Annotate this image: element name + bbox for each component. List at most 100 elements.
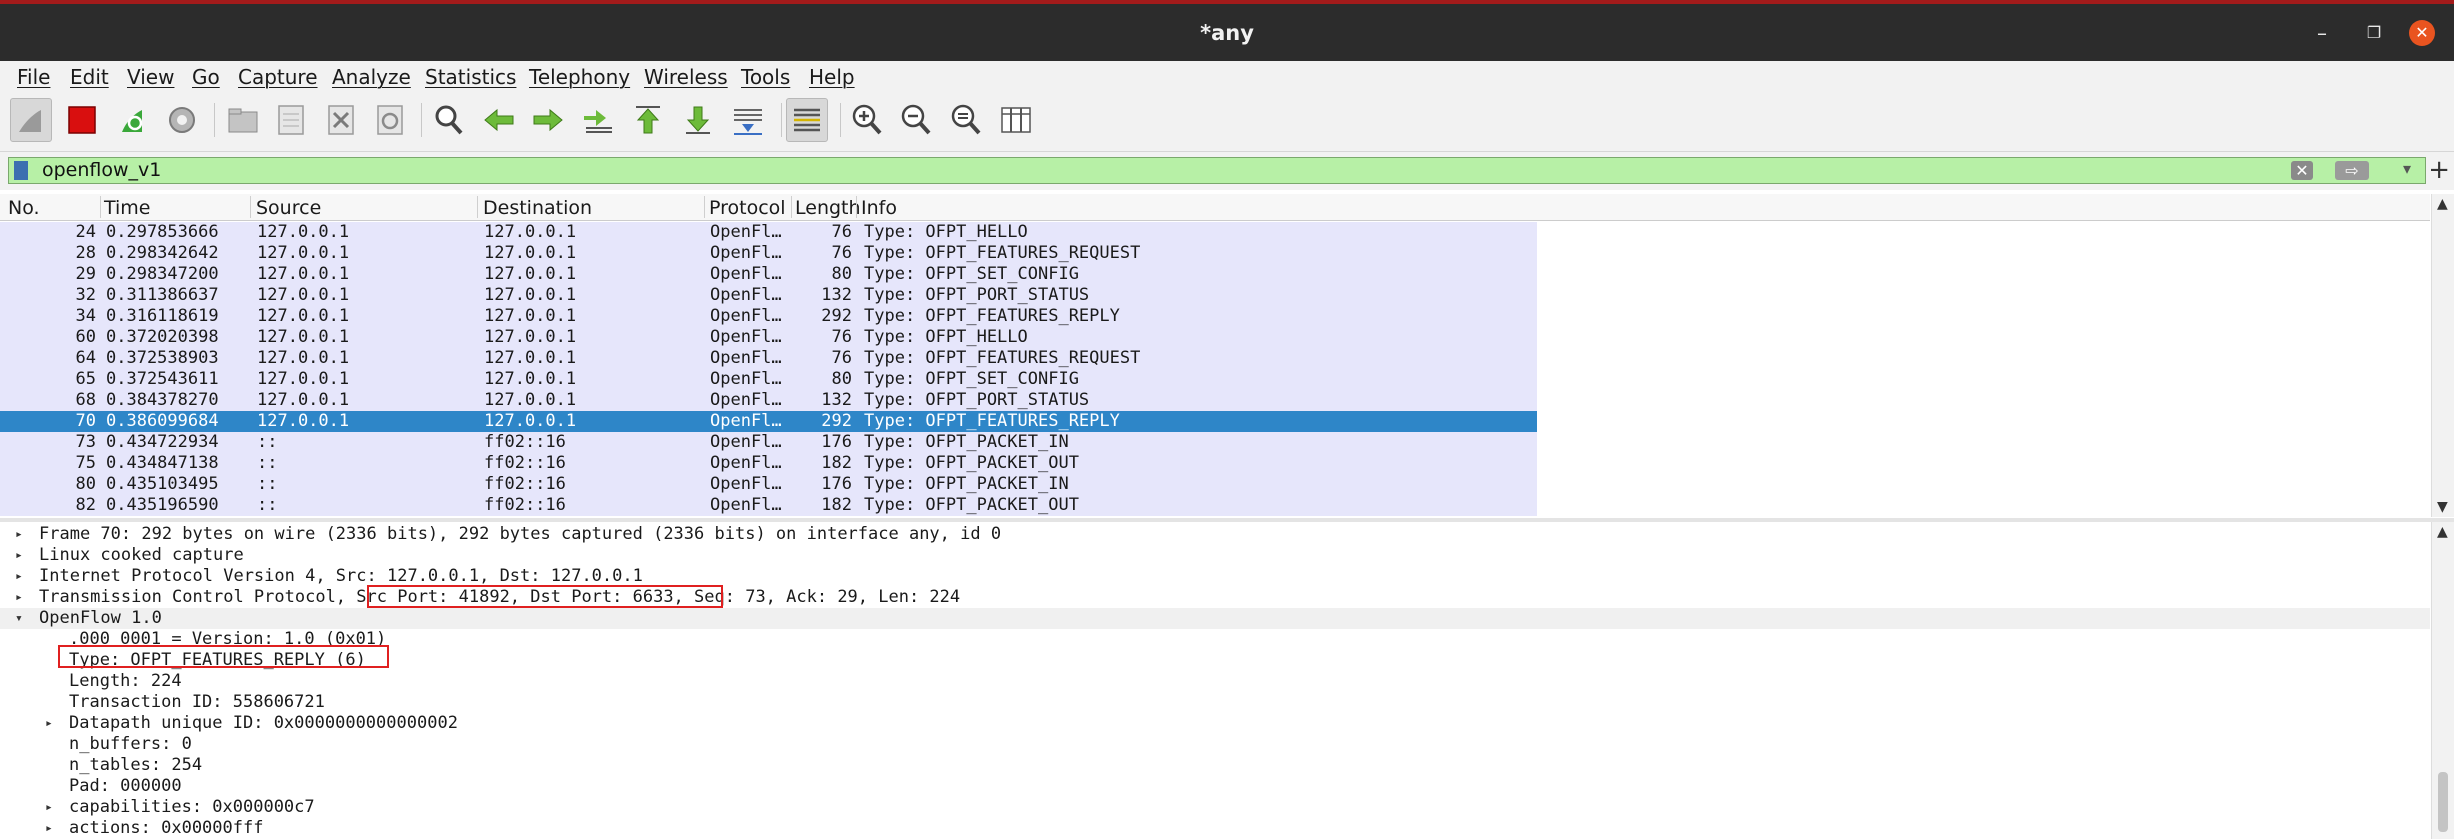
menu-tools[interactable]: Tools xyxy=(741,65,790,89)
tree-item[interactable]: ▸ Internet Protocol Version 4, Src: 127.0… xyxy=(0,566,2430,587)
tree-item[interactable]: ▾ OpenFlow 1.0 xyxy=(0,608,2430,629)
apply-filter-icon[interactable]: ⇨ xyxy=(2335,161,2369,180)
tree-item[interactable]: Length: 224 xyxy=(0,671,2430,692)
reload-file-icon[interactable] xyxy=(369,98,411,142)
expand-arrow-icon[interactable]: ▸ xyxy=(45,713,53,734)
table-row[interactable]: 29 0.298347200 127.0.0.1 127.0.0.1 OpenFl… 80… xyxy=(0,264,1537,285)
column-separator[interactable] xyxy=(100,196,101,218)
column-separator[interactable] xyxy=(856,196,857,218)
tree-item[interactable]: ▸ capabilities: 0x000000c7 xyxy=(0,797,2430,818)
table-row[interactable]: 60 0.372020398 127.0.0.1 127.0.0.1 OpenFl… 76… xyxy=(0,327,1537,348)
menu-edit[interactable]: Edit xyxy=(70,65,109,89)
tree-item[interactable]: ▸ Linux cooked capture xyxy=(0,545,2430,566)
first-packet-icon[interactable] xyxy=(627,98,669,142)
menu-view[interactable]: View xyxy=(127,65,174,89)
column-header-info[interactable]: Info xyxy=(861,197,897,219)
clear-filter-icon[interactable]: ✕ xyxy=(2291,161,2313,180)
expand-arrow-icon[interactable]: ▸ xyxy=(45,797,53,818)
table-row[interactable]: 65 0.372543611 127.0.0.1 127.0.0.1 OpenFl… 80… xyxy=(0,369,1537,390)
save-file-icon[interactable] xyxy=(270,98,312,142)
expand-arrow-icon[interactable]: ▸ xyxy=(15,524,23,545)
display-filter-input[interactable]: openflow_v1 ✕ ⇨ ▾ xyxy=(8,157,2426,184)
expand-arrow-icon[interactable]: ▸ xyxy=(45,818,53,839)
packet-list-scrollbar[interactable]: ▲ ▼ xyxy=(2431,194,2454,517)
expand-arrow-icon[interactable]: ▸ xyxy=(15,545,23,566)
column-separator[interactable] xyxy=(704,196,705,218)
scroll-down-icon[interactable]: ▼ xyxy=(2437,499,2448,515)
close-file-icon[interactable] xyxy=(320,98,362,142)
annotation-box-openflow-type xyxy=(58,645,389,668)
shark-fin-icon[interactable] xyxy=(10,98,52,142)
tree-item[interactable]: ▸ actions: 0x00000fff xyxy=(0,818,2430,839)
scrollbar-thumb[interactable] xyxy=(2438,772,2448,832)
go-forward-icon[interactable] xyxy=(527,98,569,142)
scroll-up-icon[interactable]: ▲ xyxy=(2437,524,2448,540)
cell-no: 75 xyxy=(75,453,96,473)
column-header-source[interactable]: Source xyxy=(256,197,321,219)
menu-go[interactable]: Go xyxy=(192,65,220,89)
table-row[interactable]: 73 0.434722934:: ff02::16 OpenFl… 176 Type: O… xyxy=(0,432,1537,453)
menu-wireless[interactable]: Wireless xyxy=(644,65,728,89)
table-row[interactable]: 24 0.297853666 127.0.0.1 127.0.0.1 OpenFl… 76… xyxy=(0,222,1537,243)
auto-scroll-icon[interactable] xyxy=(727,98,769,142)
column-header-time[interactable]: Time xyxy=(104,197,151,219)
normal-size-icon[interactable] xyxy=(945,98,987,142)
maximize-button[interactable]: ❐ xyxy=(2359,18,2389,48)
restart-capture-icon[interactable] xyxy=(111,98,153,142)
last-packet-icon[interactable] xyxy=(677,98,719,142)
table-row[interactable]: 34 0.316118619 127.0.0.1 127.0.0.1 OpenFl… 29… xyxy=(0,306,1537,327)
minimize-button[interactable]: – xyxy=(2307,18,2337,48)
add-filter-button-icon[interactable]: + xyxy=(2428,155,2450,185)
open-file-icon[interactable] xyxy=(222,98,264,142)
capture-options-icon[interactable] xyxy=(161,98,203,142)
cell-dst: ff02::16 xyxy=(484,474,566,494)
menu-file[interactable]: File xyxy=(17,65,50,89)
zoom-in-icon[interactable] xyxy=(846,98,888,142)
find-packet-icon[interactable] xyxy=(428,98,470,142)
menu-help[interactable]: Help xyxy=(809,65,855,89)
tree-item[interactable]: Transaction ID: 558606721 xyxy=(0,692,2430,713)
go-to-packet-icon[interactable] xyxy=(577,98,619,142)
tree-item[interactable]: n_tables: 254 xyxy=(0,755,2430,776)
resize-columns-icon[interactable] xyxy=(995,98,1037,142)
cell-time: 0.384378270 xyxy=(106,390,219,410)
expand-arrow-icon[interactable]: ▸ xyxy=(15,587,23,608)
column-separator[interactable] xyxy=(791,196,792,218)
column-header-destination[interactable]: Destination xyxy=(483,197,592,219)
table-row[interactable]: 28 0.298342642 127.0.0.1 127.0.0.1 OpenFl… 76… xyxy=(0,243,1537,264)
bookmark-icon[interactable] xyxy=(14,161,28,180)
details-scrollbar[interactable]: ▲ xyxy=(2431,522,2454,839)
table-row[interactable]: 82 0.435196590:: ff02::16 OpenFl… 182 Type: O… xyxy=(0,495,1537,516)
column-header-protocol[interactable]: Protocol xyxy=(709,197,786,219)
tree-item[interactable]: ▸ Transmission Control Protocol, Src Port… xyxy=(0,587,2430,608)
collapse-arrow-icon[interactable]: ▾ xyxy=(15,608,23,629)
menu-analyze[interactable]: Analyze xyxy=(332,65,411,89)
stop-capture-icon[interactable] xyxy=(61,98,103,142)
table-row[interactable]: 75 0.434847138:: ff02::16 OpenFl… 182 Type: O… xyxy=(0,453,1537,474)
table-row[interactable]: 68 0.384378270 127.0.0.1 127.0.0.1 OpenFl… 13… xyxy=(0,390,1537,411)
column-header-length[interactable]: Length xyxy=(795,197,861,219)
zoom-out-icon[interactable] xyxy=(895,98,937,142)
tree-item[interactable]: n_buffers: 0 xyxy=(0,734,2430,755)
table-row[interactable]: 32 0.311386637 127.0.0.1 127.0.0.1 OpenFl… 13… xyxy=(0,285,1537,306)
menu-capture[interactable]: Capture xyxy=(238,65,318,89)
expand-arrow-icon[interactable]: ▸ xyxy=(15,566,23,587)
table-row[interactable]: 80 0.435103495:: ff02::16 OpenFl… 176 Type: O… xyxy=(0,474,1537,495)
column-header-no[interactable]: No. xyxy=(8,197,40,219)
cell-info: Type: OFPT_PACKET_OUT xyxy=(864,453,1079,473)
go-back-icon[interactable] xyxy=(478,98,520,142)
scroll-up-icon[interactable]: ▲ xyxy=(2437,196,2448,212)
filter-text[interactable]: openflow_v1 xyxy=(42,159,161,181)
column-separator[interactable] xyxy=(250,196,251,218)
tree-item[interactable]: ▸ Datapath unique ID: 0x0000000000000002 xyxy=(0,713,2430,734)
colorize-icon[interactable] xyxy=(786,98,828,142)
tree-item[interactable]: Pad: 000000 xyxy=(0,776,2430,797)
menu-statistics[interactable]: Statistics xyxy=(425,65,516,89)
table-row[interactable]: 64 0.372538903 127.0.0.1 127.0.0.1 OpenFl… 76… xyxy=(0,348,1537,369)
column-separator[interactable] xyxy=(477,196,478,218)
close-window-button[interactable]: ✕ xyxy=(2409,20,2435,46)
tree-item[interactable]: ▸ Frame 70: 292 bytes on wire (2336 bits)… xyxy=(0,524,2430,545)
table-row[interactable]: 70 0.386099684 127.0.0.1 127.0.0.1 OpenFl… 29… xyxy=(0,411,1537,432)
menu-telephony[interactable]: Telephony xyxy=(529,65,630,89)
filter-history-dropdown-icon[interactable]: ▾ xyxy=(2403,159,2411,178)
